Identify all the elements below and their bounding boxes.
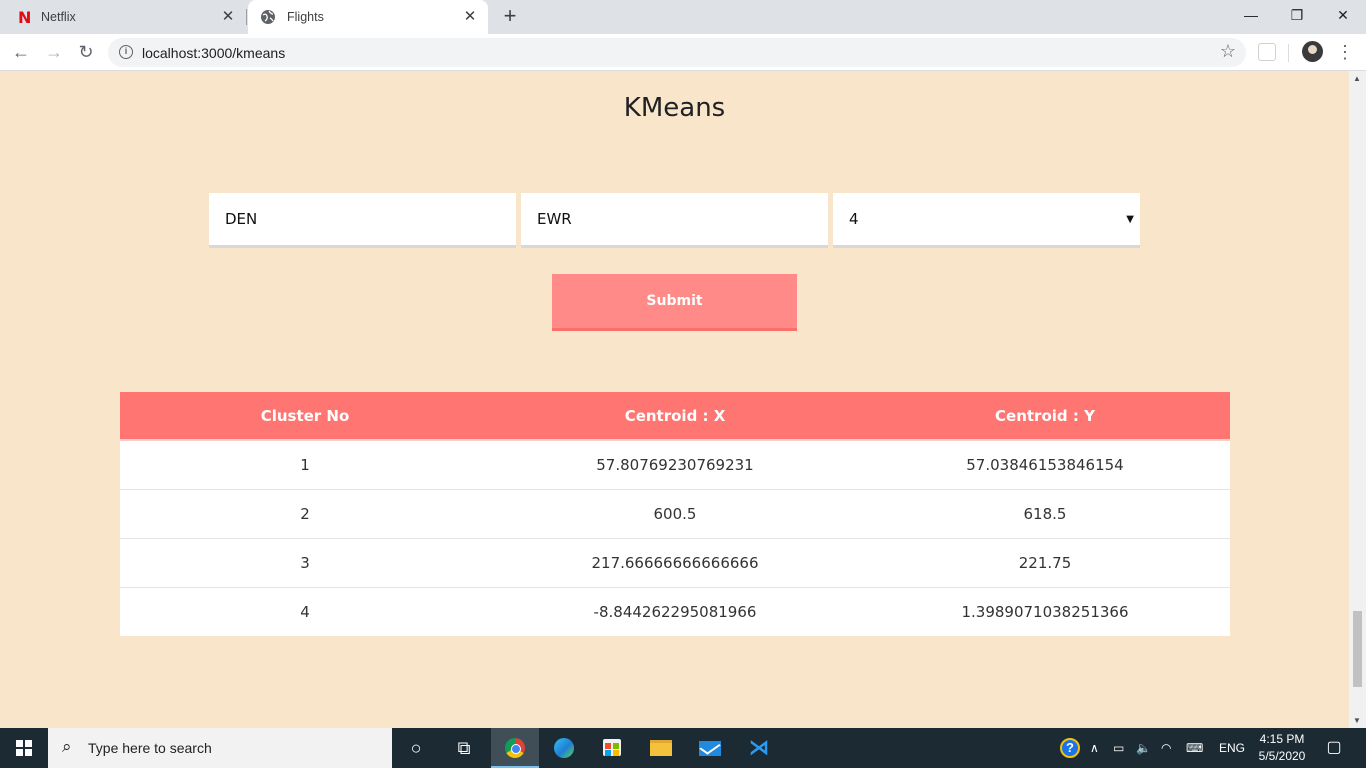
volume-icon[interactable]: 🔈 bbox=[1136, 728, 1151, 768]
toolbar-divider bbox=[1288, 44, 1289, 62]
window-close-icon[interactable]: ✕ bbox=[1320, 0, 1366, 30]
mail-icon bbox=[699, 741, 721, 756]
clock-date: 5/5/2020 bbox=[1258, 749, 1306, 763]
new-tab-icon[interactable]: + bbox=[499, 5, 521, 27]
dropdown-caret-icon: ▼ bbox=[1126, 214, 1134, 225]
vscode-taskbar-icon[interactable]: ⋊ bbox=[735, 728, 783, 768]
table-row: 2 600.5 618.5 bbox=[120, 489, 1230, 539]
store-icon bbox=[603, 739, 621, 756]
taskbar: ⌕ Type here to search ○ ⧉ ⋊ ? ∧ ▭ 🔈 ◠ ⌨ … bbox=[0, 728, 1366, 768]
tab-separator bbox=[246, 9, 247, 25]
close-icon[interactable]: ✕ bbox=[220, 9, 236, 25]
tab-title: Netflix bbox=[41, 10, 76, 24]
tab-netflix[interactable]: N Netflix ✕ bbox=[0, 0, 246, 34]
table-cell: 1 bbox=[120, 440, 490, 490]
table-cell: 618.5 bbox=[860, 489, 1230, 539]
store-taskbar-icon[interactable] bbox=[588, 728, 636, 768]
profile-avatar[interactable] bbox=[1302, 41, 1323, 62]
windows-logo-icon bbox=[16, 740, 32, 756]
url-text[interactable]: localhost:3000/kmeans bbox=[142, 45, 285, 61]
tab-flights[interactable]: Flights ✕ bbox=[248, 0, 488, 34]
file-explorer-taskbar-icon[interactable] bbox=[637, 728, 685, 768]
table-cell: 57.03846153846154 bbox=[860, 440, 1230, 490]
table-row: 4 -8.844262295081966 1.3989071038251366 bbox=[120, 587, 1230, 636]
help-icon[interactable]: ? bbox=[1060, 738, 1080, 758]
table-cell: 600.5 bbox=[490, 489, 860, 539]
table-cell: 221.75 bbox=[860, 538, 1230, 588]
cluster-count-select[interactable]: 4 ▼ bbox=[833, 193, 1140, 248]
chevron-up-icon[interactable]: ∧ bbox=[1090, 728, 1099, 768]
edge-taskbar-icon[interactable] bbox=[540, 728, 588, 768]
info-icon[interactable]: i bbox=[119, 45, 133, 59]
search-icon: ⌕ bbox=[62, 737, 72, 756]
address-bar[interactable]: i localhost:3000/kmeans ☆ bbox=[108, 38, 1246, 67]
edge-icon bbox=[554, 738, 574, 758]
table-cell: 4 bbox=[300, 602, 310, 621]
minimize-icon[interactable]: — bbox=[1228, 0, 1274, 30]
task-view-icon[interactable]: ⧉ bbox=[440, 728, 488, 768]
browser-toolbar: ← → ↻ i localhost:3000/kmeans ☆ ⋮ bbox=[0, 34, 1366, 71]
keyboard-icon[interactable]: ⌨ bbox=[1186, 728, 1203, 768]
column-header: Centroid : X bbox=[490, 392, 860, 441]
back-arrow-icon[interactable]: ← bbox=[8, 39, 34, 65]
start-button[interactable] bbox=[0, 728, 48, 768]
scroll-thumb[interactable] bbox=[1353, 611, 1362, 687]
scroll-up-arrow-icon[interactable]: ▲ bbox=[1353, 74, 1361, 83]
page-title: KMeans bbox=[623, 93, 726, 123]
forward-arrow-icon[interactable]: → bbox=[41, 39, 67, 65]
battery-icon[interactable]: ▭ bbox=[1113, 728, 1124, 768]
extension-icon[interactable] bbox=[1258, 43, 1276, 61]
wifi-icon[interactable]: ◠ bbox=[1161, 728, 1171, 768]
mail-taskbar-icon[interactable] bbox=[686, 728, 734, 768]
reload-icon[interactable]: ↻ bbox=[73, 39, 99, 65]
folder-icon bbox=[650, 740, 672, 756]
notification-icon[interactable]: ▢ bbox=[1322, 728, 1346, 768]
globe-icon bbox=[261, 10, 275, 24]
browser-menu-icon[interactable]: ⋮ bbox=[1336, 40, 1354, 64]
column-header: Cluster No bbox=[120, 392, 490, 441]
taskbar-search[interactable]: ⌕ Type here to search bbox=[48, 728, 392, 768]
column-header: Centroid : Y bbox=[860, 392, 1230, 441]
restore-icon[interactable]: ❐ bbox=[1274, 0, 1320, 30]
vscode-icon: ⋊ bbox=[749, 737, 769, 759]
page-content: KMeans DEN EWR 4 ▼ Submit Cluster No Cen… bbox=[0, 71, 1349, 728]
table-row: 3 217.66666666666666 221.75 bbox=[120, 538, 1230, 588]
taskbar-search-placeholder: Type here to search bbox=[88, 740, 212, 756]
table-cell: 217.66666666666666 bbox=[490, 538, 860, 588]
table-header-row: Cluster No Centroid : X Centroid : Y bbox=[120, 392, 1230, 441]
scroll-down-arrow-icon[interactable]: ▼ bbox=[1353, 716, 1361, 725]
table-cell: 1.3989071038251366 bbox=[961, 602, 1129, 621]
submit-button[interactable]: Submit bbox=[552, 274, 797, 331]
cluster-count-value: 4 bbox=[849, 210, 859, 228]
bookmark-star-icon[interactable]: ☆ bbox=[1220, 41, 1236, 62]
origin-input[interactable]: DEN bbox=[209, 193, 516, 248]
chrome-taskbar-icon[interactable] bbox=[491, 728, 539, 768]
tab-title: Flights bbox=[287, 10, 324, 24]
table-cell: 3 bbox=[120, 538, 490, 588]
tab-strip: N Netflix ✕ Flights ✕ + — ❐ ✕ bbox=[0, 0, 1366, 34]
clock-time: 4:15 PM bbox=[1259, 732, 1305, 746]
centroid-table: Cluster No Centroid : X Centroid : Y 1 5… bbox=[120, 392, 1230, 636]
cortana-icon[interactable]: ○ bbox=[392, 728, 440, 768]
chrome-icon bbox=[505, 738, 525, 758]
clock[interactable]: 4:15 PM 5/5/2020 bbox=[1252, 731, 1312, 765]
table-cell: 57.80769230769231 bbox=[490, 440, 860, 490]
table-row: 1 57.80769230769231 57.03846153846154 bbox=[120, 440, 1230, 490]
close-icon[interactable]: ✕ bbox=[462, 9, 478, 25]
table-cell: 2 bbox=[120, 489, 490, 539]
page-scrollbar[interactable]: ▲ ▼ bbox=[1349, 71, 1366, 728]
netflix-logo-icon: N bbox=[18, 7, 32, 27]
language-indicator[interactable]: ENG bbox=[1219, 728, 1245, 768]
destination-input[interactable]: EWR bbox=[521, 193, 828, 248]
table-cell: -8.844262295081966 bbox=[593, 602, 757, 621]
